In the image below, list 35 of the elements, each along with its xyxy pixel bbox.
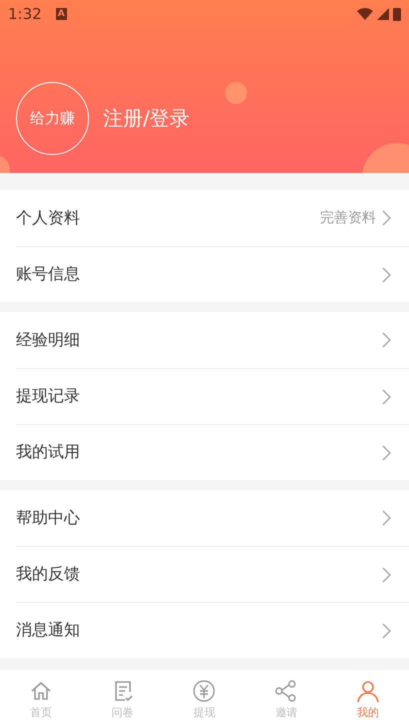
decor-circle bbox=[225, 82, 247, 104]
menu-label: 消息通知 bbox=[16, 620, 80, 641]
chevron-icon bbox=[382, 622, 391, 638]
logo: 给力赚 bbox=[16, 82, 89, 155]
menu-item[interactable]: 我的反馈 bbox=[16, 546, 409, 602]
menu-item[interactable]: 账号信息 bbox=[16, 246, 409, 302]
battery-icon bbox=[393, 7, 401, 21]
chevron-icon bbox=[382, 510, 391, 526]
chevron-icon bbox=[382, 444, 391, 460]
yen-icon bbox=[192, 678, 216, 702]
menu-label: 账号信息 bbox=[16, 264, 80, 285]
chevron-icon bbox=[382, 566, 391, 582]
wifi-icon bbox=[357, 8, 373, 20]
chevron-icon bbox=[382, 266, 391, 282]
chevron-icon bbox=[382, 388, 391, 404]
menu-hint: 完善资料 bbox=[320, 209, 376, 227]
menu-label: 我的试用 bbox=[16, 442, 80, 463]
chevron-icon bbox=[382, 210, 391, 226]
menu-item[interactable]: 帮助中心 bbox=[16, 490, 409, 546]
menu-item[interactable]: 个人资料 完善资料 bbox=[16, 190, 409, 246]
signal-icon bbox=[377, 8, 389, 20]
menu-item[interactable]: 提现记录 bbox=[16, 368, 409, 424]
menu-label: 提现记录 bbox=[16, 386, 80, 407]
menu-item[interactable]: 消息通知 bbox=[16, 602, 409, 658]
menu-label: 个人资料 bbox=[16, 208, 80, 228]
chevron-icon bbox=[382, 332, 391, 348]
menu-item[interactable]: 经验明细 bbox=[16, 312, 409, 368]
menu-label: 帮助中心 bbox=[16, 508, 80, 528]
menu-item[interactable]: 我的试用 bbox=[16, 424, 409, 480]
menu-label: 经验明细 bbox=[16, 330, 80, 350]
person-icon bbox=[356, 678, 380, 702]
notification-glyph: A bbox=[56, 8, 67, 20]
share-icon bbox=[274, 678, 298, 702]
status-time: 1:32 bbox=[8, 5, 42, 23]
menu-label: 我的反馈 bbox=[16, 564, 80, 585]
